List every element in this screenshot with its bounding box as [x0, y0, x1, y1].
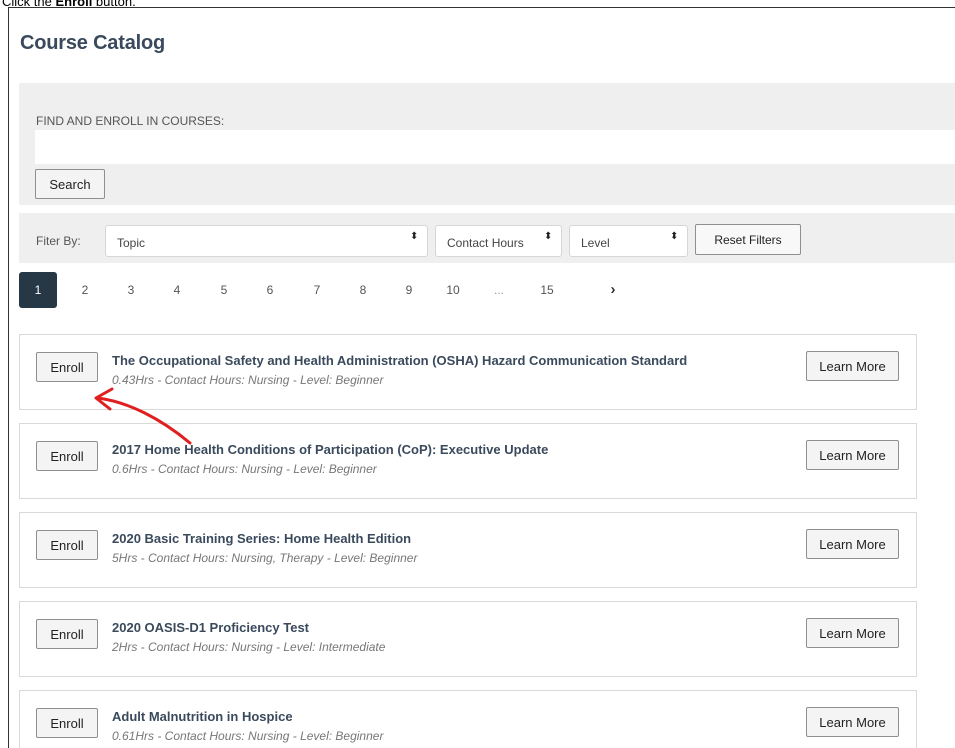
- contact-hours-select-value: Contact Hours: [447, 236, 524, 250]
- enroll-button[interactable]: Enroll: [36, 441, 98, 471]
- course-card: Enroll Adult Malnutrition in Hospice 0.6…: [19, 690, 917, 748]
- screenshot-frame: Course Catalog FIND AND ENROLL IN COURSE…: [8, 7, 955, 748]
- learn-more-button[interactable]: Learn More: [806, 351, 899, 381]
- course-card: Enroll The Occupational Safety and Healt…: [19, 334, 917, 410]
- page-title: Course Catalog: [20, 32, 166, 54]
- course-title: Adult Malnutrition in Hospice: [112, 709, 293, 724]
- up-down-caret-icon: ⬍: [544, 231, 553, 242]
- search-input[interactable]: [35, 130, 955, 164]
- search-panel: FIND AND ENROLL IN COURSES: Search: [19, 83, 955, 205]
- page-ellipsis: ...: [493, 283, 504, 297]
- up-down-caret-icon: ⬍: [670, 231, 679, 242]
- page-1[interactable]: 1: [19, 272, 57, 308]
- enroll-button[interactable]: Enroll: [36, 619, 98, 649]
- course-title: 2017 Home Health Conditions of Participa…: [112, 442, 549, 457]
- course-meta: 5Hrs - Contact Hours: Nursing, Therapy -…: [112, 551, 418, 565]
- course-meta: 0.43Hrs - Contact Hours: Nursing - Level…: [112, 373, 384, 387]
- enroll-button[interactable]: Enroll: [36, 352, 98, 382]
- contact-hours-select[interactable]: Contact Hours ⬍: [435, 225, 562, 257]
- page-8[interactable]: 8: [353, 272, 373, 308]
- filter-label: Fiter By:: [36, 234, 81, 248]
- course-card: Enroll 2020 OASIS-D1 Proficiency Test 2H…: [19, 601, 917, 677]
- level-select[interactable]: Level ⬍: [569, 225, 688, 257]
- course-title: The Occupational Safety and Health Admin…: [112, 353, 688, 368]
- enroll-button[interactable]: Enroll: [36, 708, 98, 738]
- page-6[interactable]: 6: [260, 272, 280, 308]
- search-label: FIND AND ENROLL IN COURSES:: [36, 114, 225, 128]
- page-15[interactable]: 15: [535, 272, 559, 308]
- course-card: Enroll 2020 Basic Training Series: Home …: [19, 512, 917, 588]
- learn-more-button[interactable]: Learn More: [806, 618, 899, 648]
- learn-more-button[interactable]: Learn More: [806, 440, 899, 470]
- course-card: Enroll 2017 Home Health Conditions of Pa…: [19, 423, 917, 499]
- page-2[interactable]: 2: [75, 272, 95, 308]
- page-3[interactable]: 3: [121, 272, 141, 308]
- course-meta: 0.61Hrs - Contact Hours: Nursing - Level…: [112, 729, 384, 743]
- course-title: 2020 OASIS-D1 Proficiency Test: [112, 620, 310, 635]
- reset-filters-button[interactable]: Reset Filters: [695, 224, 801, 255]
- learn-more-button[interactable]: Learn More: [806, 707, 899, 737]
- page-7[interactable]: 7: [307, 272, 327, 308]
- up-down-caret-icon: ⬍: [410, 231, 419, 242]
- chevron-right-icon[interactable]: ›: [603, 272, 623, 308]
- page-9[interactable]: 9: [399, 272, 419, 308]
- learn-more-button[interactable]: Learn More: [806, 529, 899, 559]
- course-meta: 0.6Hrs - Contact Hours: Nursing - Level:…: [112, 462, 377, 476]
- page-5[interactable]: 5: [214, 272, 234, 308]
- course-title: 2020 Basic Training Series: Home Health …: [112, 531, 412, 546]
- course-meta: 2Hrs - Contact Hours: Nursing - Level: I…: [112, 640, 386, 654]
- search-button[interactable]: Search: [35, 169, 105, 199]
- filter-bar: Fiter By: Topic ⬍ Contact Hours ⬍ Level …: [19, 213, 955, 263]
- page-4[interactable]: 4: [167, 272, 187, 308]
- enroll-button[interactable]: Enroll: [36, 530, 98, 560]
- page-10[interactable]: 10: [441, 272, 465, 308]
- topic-select-value: Topic: [117, 236, 146, 250]
- topic-select[interactable]: Topic ⬍: [105, 225, 428, 257]
- level-select-value: Level: [581, 236, 610, 250]
